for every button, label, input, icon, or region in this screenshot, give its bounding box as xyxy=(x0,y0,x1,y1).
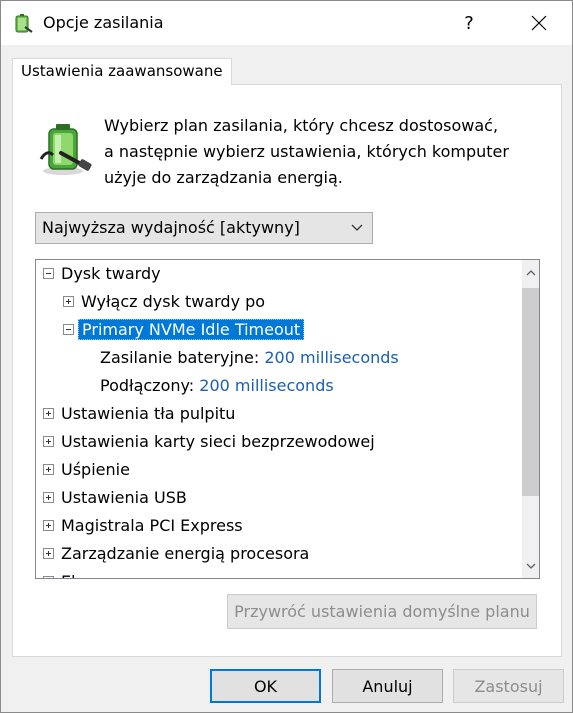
restore-defaults-button[interactable]: Przywróć ustawienia domyślne planu xyxy=(227,594,537,629)
power-options-icon xyxy=(15,14,33,33)
setting-value-link[interactable]: 200 milliseconds xyxy=(199,376,333,395)
tree-scrollbar[interactable] xyxy=(522,260,539,578)
tree-item-label: Ustawienia karty sieci bezprzewodowej xyxy=(61,432,375,451)
collapse-icon[interactable] xyxy=(63,324,74,335)
collapse-icon[interactable] xyxy=(43,268,54,279)
setting-on-battery[interactable]: Zasilanie bateryjne: 200 milliseconds xyxy=(100,344,399,372)
ok-button[interactable]: OK xyxy=(210,669,321,703)
expand-icon[interactable] xyxy=(43,576,54,578)
power-plan-value: Najwyższa wydajność [aktywny] xyxy=(42,218,300,237)
expand-icon[interactable] xyxy=(43,436,54,447)
help-button[interactable]: ? xyxy=(447,1,491,45)
tree-item-label-selected: Primary NVMe Idle Timeout xyxy=(78,319,305,340)
tree-item-sleep[interactable]: Uśpienie xyxy=(42,456,130,484)
expand-icon[interactable] xyxy=(43,492,54,503)
apply-button[interactable]: Zastosuj xyxy=(453,669,564,703)
tree-item-hard-disk[interactable]: Dysk twardy xyxy=(42,260,161,288)
setting-label: Zasilanie bateryjne: xyxy=(100,348,260,367)
tree-item-label: Wyłącz dysk twardy po xyxy=(81,292,266,311)
settings-tree[interactable]: Dysk twardy Wyłącz dysk twardy po Primar… xyxy=(35,259,540,579)
expand-icon[interactable] xyxy=(43,464,54,475)
tree-item-partial[interactable]: Ek xyxy=(42,568,80,578)
tree-item-pci-express[interactable]: Magistrala PCI Express xyxy=(42,512,243,540)
battery-plug-icon xyxy=(39,124,92,175)
expand-icon[interactable] xyxy=(43,408,54,419)
title-bar: Opcje zasilania ? xyxy=(1,1,572,45)
cancel-button[interactable]: Anuluj xyxy=(332,669,443,703)
power-options-dialog: Opcje zasilania ? Ustawienia zaawansowan… xyxy=(0,0,573,713)
tree-item-label: Magistrala PCI Express xyxy=(61,516,243,535)
tree-item-wireless-adapter[interactable]: Ustawienia karty sieci bezprzewodowej xyxy=(42,428,375,456)
tree-item-label: Ustawienia tła pulpitu xyxy=(61,404,236,423)
tree-item-label: Ek xyxy=(61,572,80,578)
tree-item-label: Ustawienia USB xyxy=(61,488,187,507)
chevron-up-icon xyxy=(526,269,535,275)
expand-icon[interactable] xyxy=(43,520,54,531)
power-plan-dropdown[interactable]: Najwyższa wydajność [aktywny] xyxy=(35,212,373,244)
scroll-up-button[interactable] xyxy=(522,264,539,281)
tree-item-desktop-background[interactable]: Ustawienia tła pulpitu xyxy=(42,400,235,428)
instructions-line-2: a następnie wybierz ustawienia, których … xyxy=(104,142,509,161)
tree-item-label: Dysk twardy xyxy=(61,264,161,283)
tree-item-nvme-idle-timeout[interactable]: Primary NVMe Idle Timeout xyxy=(62,316,305,344)
scrollbar-thumb[interactable] xyxy=(522,288,539,496)
chevron-down-icon xyxy=(351,224,363,231)
restore-defaults-label: Przywróć ustawienia domyślne planu xyxy=(234,602,530,621)
instructions-text: Wybierz plan zasilania, który chcesz dos… xyxy=(104,113,524,191)
setting-value-link[interactable]: 200 milliseconds xyxy=(264,348,398,367)
tree-item-turn-off-disk[interactable]: Wyłącz dysk twardy po xyxy=(62,288,265,316)
close-icon xyxy=(531,15,547,31)
advanced-settings-panel: Wybierz plan zasilania, który chcesz dos… xyxy=(12,84,562,657)
tree-item-label: Uśpienie xyxy=(61,460,130,479)
expand-icon[interactable] xyxy=(63,296,74,307)
window-title: Opcje zasilania xyxy=(43,13,164,32)
tree-item-usb-settings[interactable]: Ustawienia USB xyxy=(42,484,187,512)
instructions-line-3: użyje do zarządzania energią. xyxy=(104,168,343,187)
scroll-down-button[interactable] xyxy=(522,557,539,574)
tree-item-label: Zarządzanie energią procesora xyxy=(61,544,310,563)
setting-label: Podłączony: xyxy=(100,376,195,395)
chevron-down-icon xyxy=(526,563,535,569)
tab-advanced-settings[interactable]: Ustawienia zaawansowane xyxy=(12,58,232,85)
instructions-line-1: Wybierz plan zasilania, który chcesz dos… xyxy=(104,116,499,135)
close-button[interactable] xyxy=(516,1,562,45)
tree-item-processor-power[interactable]: Zarządzanie energią procesora xyxy=(42,540,309,568)
expand-icon[interactable] xyxy=(43,548,54,559)
setting-plugged-in[interactable]: Podłączony: 200 milliseconds xyxy=(100,372,334,400)
